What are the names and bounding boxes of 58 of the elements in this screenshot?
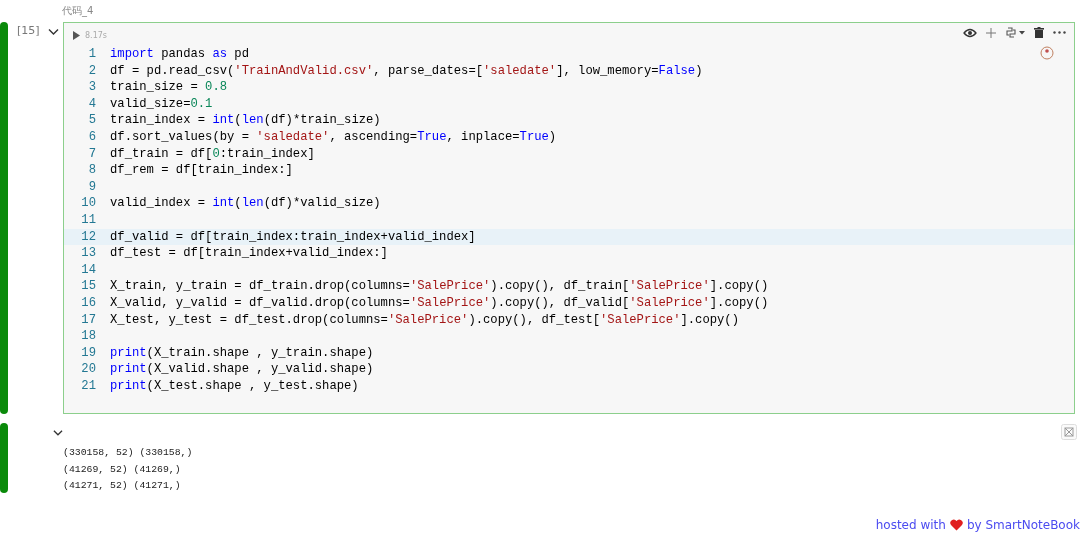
line-number: 16 xyxy=(80,294,96,312)
code-line: print(X_test.shape , y_test.shape) xyxy=(110,377,359,395)
code-line: df.sort_values(by = 'saledate', ascending=True, inplace=True) xyxy=(110,128,557,146)
line-number: 19 xyxy=(80,344,96,362)
line-number: 17 xyxy=(80,311,96,329)
line-number: 18 xyxy=(80,328,96,345)
python-dropdown-icon[interactable] xyxy=(1005,27,1025,38)
output-line: (41271, 52) (41271,) xyxy=(63,479,182,494)
circle-icon xyxy=(1040,46,1054,60)
run-duration: 8.17s xyxy=(85,30,107,40)
chevron-icon[interactable] xyxy=(47,28,59,36)
plus-icon[interactable] xyxy=(986,27,996,38)
code-line: X_valid, y_valid = df_valid.drop(columns='SalePrice').copy(), df_valid['SalePrice'].copy() xyxy=(110,294,769,312)
line-number: 7 xyxy=(87,145,96,163)
line-number: 3 xyxy=(87,79,96,96)
code-line: train_index = int(len(df)*train_size) xyxy=(110,112,381,129)
line-number: 12 xyxy=(80,228,96,246)
more-icon[interactable] xyxy=(1053,31,1066,34)
line-number: 4 xyxy=(87,95,96,113)
execution-count: [15] xyxy=(17,24,40,37)
code-line: valid_index = int(len(df)*valid_size) xyxy=(110,195,381,212)
line-number: 8 xyxy=(87,162,96,179)
output-line: (330158, 52) (330158,) xyxy=(63,446,193,460)
line-number: 10 xyxy=(80,195,96,212)
line-number: 6 xyxy=(87,128,96,146)
line-number: 5 xyxy=(87,112,96,129)
code-line: df = pd.read_csv('TrainAndValid.csv', parse_dates=['saledate'], low_memory=False) xyxy=(110,62,703,80)
code-line: df_train = df[0:train_index] xyxy=(110,145,315,163)
line-number: 13 xyxy=(80,245,96,262)
code-line: valid_size=0.1 xyxy=(110,95,213,113)
code-line: print(X_valid.shape , y_valid.shape) xyxy=(110,361,374,378)
code-line: print(X_train.shape , y_train.shape) xyxy=(110,344,374,362)
line-number: 1 xyxy=(87,46,96,63)
code-line: X_test, y_test = df_test.drop(columns='SalePrice').copy(), df_test['SalePrice'].copy() xyxy=(110,311,739,329)
code-line: df_rem = df[train_index:] xyxy=(110,162,293,179)
run-icon[interactable] xyxy=(73,30,80,40)
code-line: X_train, y_train = df_train.drop(columns='SalePrice').copy(), df_train['SalePrice'].copy() xyxy=(110,278,769,295)
output-line: (41269, 52) (41269,) xyxy=(63,462,182,477)
line-number: 9 xyxy=(87,178,96,196)
code-line: train_size = 0.8 xyxy=(110,79,228,96)
line-number: 11 xyxy=(80,211,96,229)
footer-text: hosted with xyxy=(875,518,946,532)
line-number: 2 xyxy=(87,62,96,80)
chevron-icon[interactable] xyxy=(53,429,63,437)
trash-icon[interactable] xyxy=(1034,27,1044,38)
output-status-bar xyxy=(0,423,8,493)
line-number: 21 xyxy=(80,377,96,395)
code-line: df_valid = df[train_index:train_index+valid_index] xyxy=(110,228,476,246)
code-line: df_test = df[train_index+valid_index:] xyxy=(110,245,388,262)
cell-title: 代码_4 xyxy=(62,4,95,18)
footer-link[interactable]: by SmartNoteBook xyxy=(966,518,1080,532)
line-number: 15 xyxy=(80,278,96,295)
eye-icon[interactable] xyxy=(963,27,977,38)
line-number: 14 xyxy=(80,261,96,279)
line-number: 20 xyxy=(80,361,96,378)
square-icon[interactable] xyxy=(1061,424,1077,440)
code-line: import pandas as pd xyxy=(110,46,249,63)
heart-icon xyxy=(949,519,963,531)
